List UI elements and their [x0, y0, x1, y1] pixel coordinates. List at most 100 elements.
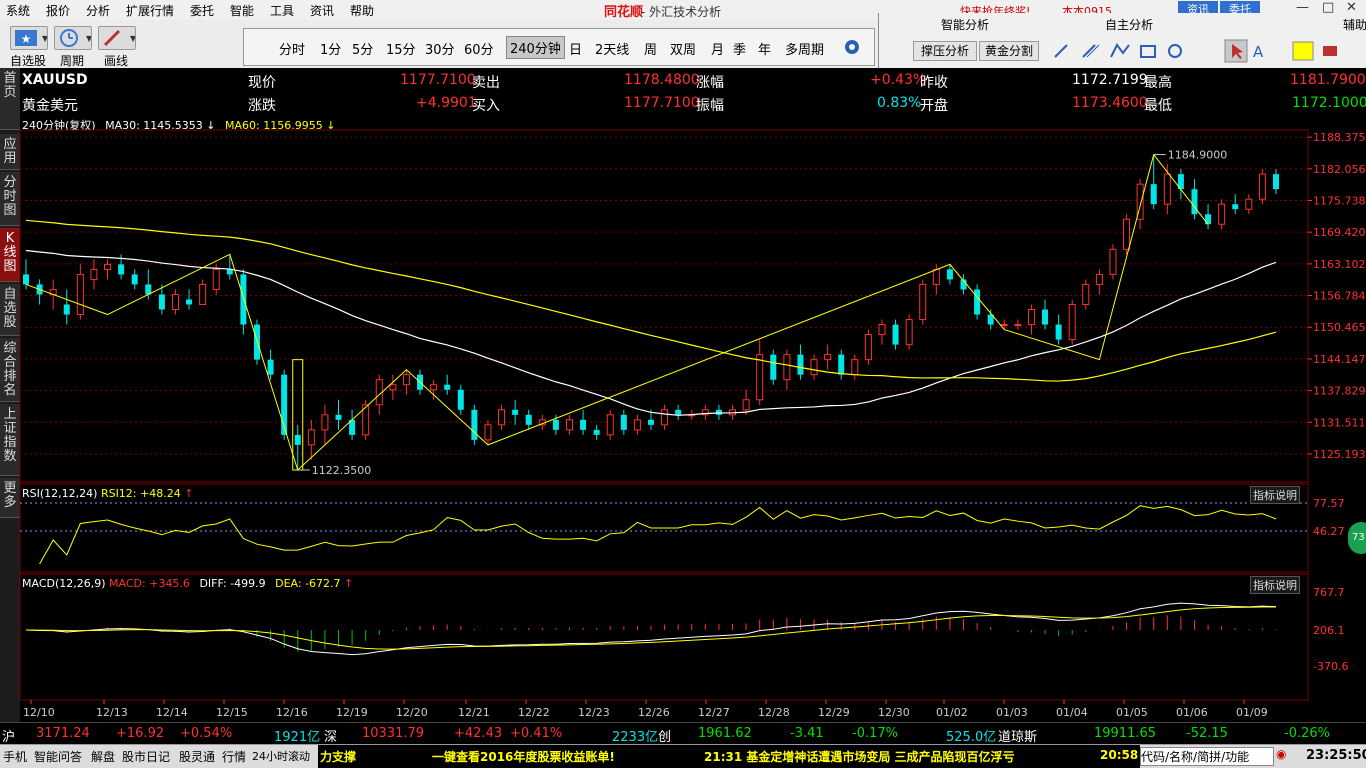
- candle-body: [851, 359, 859, 376]
- x-axis-label: 12/21: [458, 706, 490, 719]
- candle-body: [90, 268, 98, 280]
- status-item-5: 深: [324, 730, 338, 745]
- rsi-badge[interactable]: 73: [1348, 522, 1366, 554]
- candle-body: [878, 324, 886, 336]
- bottom-commentary[interactable]: 解盘: [91, 748, 115, 765]
- candle-body: [593, 429, 600, 435]
- candle-body: [498, 409, 506, 426]
- candle-body: [580, 419, 587, 430]
- x-axis-label: 12/28: [758, 706, 790, 719]
- price-axis-label: 1175.7386: [1313, 194, 1366, 207]
- x-axis-label: 12/26: [638, 706, 670, 719]
- status-item-14: 525.0亿: [946, 730, 997, 745]
- dea-arrow-icon: ↑: [340, 577, 354, 590]
- candle-body: [430, 384, 438, 391]
- rsi-label: RSI(12,12,24): [22, 487, 98, 500]
- status-item-16: 19911.65: [1094, 726, 1157, 741]
- x-axis-label: 12/15: [216, 706, 248, 719]
- rsi-arrow-icon: ↑: [180, 487, 194, 500]
- candle-body: [226, 269, 233, 275]
- x-axis-label: 12/30: [878, 706, 910, 719]
- price-axis-label: 1137.8295: [1313, 385, 1366, 398]
- candle-body: [756, 354, 764, 401]
- rsi-line: [39, 505, 1277, 565]
- status-item-9: 2233亿: [612, 730, 659, 745]
- status-item-8: +0.41%: [510, 726, 563, 741]
- rsi-help-button[interactable]: 指标说明: [1250, 486, 1300, 504]
- macd-axis-label: 206.1: [1313, 624, 1345, 637]
- kline-chart[interactable]: 1188.3750 1182.0568 1175.7386 1169.4205 1163…: [0, 0, 1366, 767]
- bottom-rolling[interactable]: 24小时滚动: [252, 748, 310, 764]
- candle-body: [633, 419, 641, 431]
- ticker-item-4[interactable]: 20:58: [1100, 748, 1138, 762]
- x-axis-label: 01/05: [1116, 706, 1148, 719]
- candle-body: [946, 269, 953, 280]
- candle-body: [770, 354, 777, 380]
- search-input[interactable]: 代码/名称/简拼/功能: [1140, 747, 1274, 766]
- candle-body: [661, 409, 669, 426]
- candle-body: [199, 283, 207, 305]
- status-item-13: -0.17%: [852, 726, 898, 741]
- candle-body: [484, 424, 492, 441]
- ticker-item-1[interactable]: 力支撑: [320, 748, 356, 765]
- macd-help-button[interactable]: 指标说明: [1250, 576, 1300, 594]
- clock: 23:25:50: [1306, 748, 1366, 763]
- x-axis-label: 12/29: [818, 706, 850, 719]
- ticker-item-3[interactable]: 21:31 基金定增神话遭遇市场变局 三成产品陷现百亿浮亏: [704, 748, 1015, 765]
- candle-body: [212, 268, 220, 290]
- status-item-10: 创: [658, 730, 672, 745]
- status-item-17: -52.15: [1186, 726, 1228, 741]
- panel-frame-2: [19, 573, 1309, 701]
- high-annotation: 1184.9000: [1168, 149, 1228, 162]
- status-item-15: 道琼斯: [998, 730, 1038, 745]
- candle-body: [606, 414, 614, 436]
- candle-body: [648, 419, 654, 425]
- candle-body: [104, 263, 112, 270]
- candle-body: [932, 268, 940, 285]
- bottom-market[interactable]: 行情: [222, 748, 246, 765]
- price-axis-label: 1156.7841: [1313, 290, 1366, 303]
- x-axis-label: 01/04: [1056, 706, 1088, 719]
- bottom-phone[interactable]: 手机: [3, 748, 27, 765]
- candle-body: [1245, 198, 1253, 210]
- candle-body: [824, 354, 832, 361]
- candle-body: [63, 304, 70, 315]
- candle-body: [1205, 214, 1212, 225]
- candle-body: [919, 283, 927, 321]
- news-ticker[interactable]: 力支撑 一键查看2016年度股票收益账单! 21:31 基金定增神话遭遇市场变局…: [318, 745, 1140, 768]
- candle-body: [186, 299, 193, 305]
- candle-body: [565, 419, 573, 431]
- rsi-value: RSI12: +48.24: [100, 487, 181, 500]
- status-item-18: -0.26%: [1284, 726, 1330, 741]
- candle-body: [1109, 248, 1117, 275]
- candle-body: [742, 399, 750, 411]
- x-axis-label: 01/03: [996, 706, 1028, 719]
- bottom-diary[interactable]: 股市日记: [122, 748, 170, 765]
- status-item-12: -3.41: [790, 726, 824, 741]
- diff-value: DIFF: -499.9: [199, 577, 266, 590]
- candle-body: [552, 419, 559, 430]
- macd-axis-label: 767.7: [1313, 586, 1345, 599]
- price-axis-label: 1182.0568: [1313, 163, 1366, 176]
- bottom-gulingtong[interactable]: 股灵通: [179, 748, 215, 765]
- ticker-item-2[interactable]: 一键查看2016年度股票收益账单!: [432, 748, 615, 765]
- bottom-qa[interactable]: 智能问答: [34, 748, 82, 765]
- x-axis-label: 12/22: [518, 706, 550, 719]
- x-axis-label: 01/06: [1176, 706, 1208, 719]
- candle-body: [1218, 203, 1226, 225]
- x-axis-label: 12/20: [396, 706, 428, 719]
- status-item-3: +0.54%: [180, 726, 233, 741]
- candle-body: [1191, 189, 1198, 215]
- candle-body: [471, 409, 478, 440]
- candle-body: [1232, 204, 1239, 210]
- candle-body: [715, 409, 722, 415]
- candle-body: [131, 274, 138, 285]
- dea-value: DEA: -672.7: [275, 577, 341, 590]
- x-axis-label: 12/27: [698, 706, 730, 719]
- status-item-1: 3171.24: [36, 726, 90, 741]
- candle-body: [23, 274, 29, 285]
- candle-body: [1027, 309, 1035, 326]
- candle-body: [1000, 324, 1008, 327]
- bell-icon[interactable]: ◉: [1276, 747, 1286, 761]
- candle-body: [1123, 218, 1131, 250]
